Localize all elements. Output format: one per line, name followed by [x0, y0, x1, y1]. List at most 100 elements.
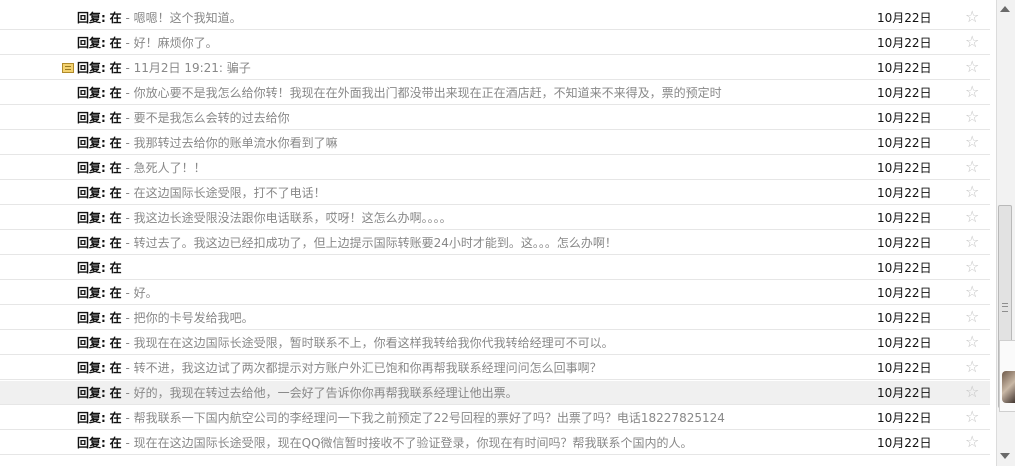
message-subject[interactable]: 回复: 在 - 把你的卡号发给我吧。 — [77, 311, 857, 325]
message-date: 10月22日 — [877, 361, 932, 375]
message-subject[interactable]: 回复: 在 - 11月2日 19:21: 骗子 — [77, 61, 857, 75]
message-subject[interactable]: 回复: 在 - 转过去了。我这边已经扣成功了，但上边提示国际转账要24小时才能到… — [77, 236, 857, 250]
message-row[interactable]: 回复: 在 - 在这边国际长途受限，打不了电话！ 10月22日 ☆ — [0, 181, 990, 205]
star-icon[interactable]: ☆ — [965, 59, 979, 75]
star-icon[interactable]: ☆ — [965, 184, 979, 200]
message-subject[interactable]: 回复: 在 - 我这边长途受限没法跟你电话联系，哎呀！这怎么办啊。。。。 — [77, 211, 857, 225]
message-snippet: 转过去了。我这边已经扣成功了，但上边提示国际转账要24小时才能到。这。。。怎么办… — [133, 236, 617, 250]
message-row[interactable]: 回复: 在 - 转过去了。我这边已经扣成功了，但上边提示国际转账要24小时才能到… — [0, 231, 990, 255]
message-subject[interactable]: 回复: 在 - 好。 — [77, 286, 857, 300]
star-icon[interactable]: ☆ — [965, 384, 979, 400]
message-row[interactable]: 回复: 在 - 好！麻烦你了。 10月22日 ☆ — [0, 31, 990, 55]
side-widget[interactable] — [999, 340, 1015, 412]
message-snippet: 在这边国际长途受限，打不了电话！ — [133, 186, 326, 200]
star-icon[interactable]: ☆ — [965, 334, 979, 350]
message-subject[interactable]: 回复: 在 — [77, 261, 857, 275]
message-row[interactable]: 回复: 在 - 转不进，我这边试了两次都提示对方账户外汇已饱和你再帮我联系经理问… — [0, 356, 990, 380]
reply-prefix: 回复: — [77, 36, 106, 50]
message-date: 10月22日 — [877, 136, 932, 150]
sender-name: 在 — [109, 361, 122, 375]
star-icon[interactable]: ☆ — [965, 434, 979, 450]
message-date: 10月22日 — [877, 236, 932, 250]
message-subject[interactable]: 回复: 在 - 我那转过去给你的账单流水你看到了嘛 — [77, 136, 857, 150]
message-subject[interactable]: 回复: 在 - 转不进，我这边试了两次都提示对方账户外汇已饱和你再帮我联系经理问… — [77, 361, 857, 375]
star-icon[interactable]: ☆ — [965, 409, 979, 425]
star-icon[interactable]: ☆ — [965, 134, 979, 150]
message-snippet: 我这边长途受限没法跟你电话联系，哎呀！这怎么办啊。。。。 — [133, 211, 452, 225]
reply-prefix: 回复: — [77, 386, 106, 400]
scroll-up-arrow-icon[interactable] — [1000, 6, 1010, 12]
message-date: 10月22日 — [877, 36, 932, 50]
sender-name: 在 — [109, 386, 122, 400]
message-subject[interactable]: 回复: 在 - 在这边国际长途受限，打不了电话！ — [77, 186, 857, 200]
message-row[interactable]: 回复: 在 - 急死人了！！ 10月22日 ☆ — [0, 156, 990, 180]
reply-prefix: 回复: — [77, 336, 106, 350]
message-snippet: 转不进，我这边试了两次都提示对方账户外汇已饱和你再帮我联系经理问问怎么回事啊？ — [133, 361, 602, 375]
sender-name: 在 — [109, 311, 122, 325]
message-subject[interactable]: 回复: 在 - 好的，我现在转过去给他，一会好了告诉你你再帮我联系经理让他出票。 — [77, 386, 857, 400]
message-row[interactable]: 回复: 在 - 好。 10月22日 ☆ — [0, 281, 990, 305]
star-icon[interactable]: ☆ — [965, 309, 979, 325]
message-row[interactable]: 回复: 在 - 11月2日 19:21: 骗子 10月22日 ☆ — [0, 56, 990, 80]
message-subject[interactable]: 回复: 在 - 要不是我怎么会转的过去给你 — [77, 111, 857, 125]
message-date: 10月22日 — [877, 411, 932, 425]
snippet-separator: - — [121, 36, 134, 50]
sender-name: 在 — [109, 111, 122, 125]
reply-prefix: 回复: — [77, 111, 106, 125]
sender-name: 在 — [109, 261, 122, 275]
message-subject[interactable]: 回复: 在 - 我现在在这边国际长途受限，暂时联系不上，你看这样我转给我你代我转… — [77, 336, 857, 350]
message-date: 10月22日 — [877, 61, 932, 75]
message-list: 回复: 在 - 嗯嗯！这个我知道。 10月22日 ☆ 回复: 在 - 好！麻烦你了。 1… — [0, 0, 990, 466]
message-subject[interactable]: 回复: 在 - 急死人了！！ — [77, 161, 857, 175]
message-date: 10月22日 — [877, 186, 932, 200]
message-snippet: 11月2日 19:21: 骗子 — [133, 61, 251, 75]
message-subject[interactable]: 回复: 在 - 嗯嗯！这个我知道。 — [77, 11, 857, 25]
message-subject[interactable]: 回复: 在 - 帮我联系一下国内航空公司的李经理问一下我之前预定了22号回程的票… — [77, 411, 857, 425]
message-row[interactable]: 回复: 在 - 现在在这边国际长途受限，现在QQ微信暂时接收不了验证登录，你现在… — [0, 431, 990, 455]
snippet-separator: - — [121, 361, 134, 375]
star-icon[interactable]: ☆ — [965, 234, 979, 250]
message-subject[interactable]: 回复: 在 - 你放心要不是我怎么给你转！我现在在外面我出门都没带出来现在正在酒… — [77, 86, 857, 100]
reply-prefix: 回复: — [77, 286, 106, 300]
snippet-separator: - — [121, 136, 134, 150]
message-row[interactable]: 回复: 在 - 我那转过去给你的账单流水你看到了嘛 10月22日 ☆ — [0, 131, 990, 155]
star-icon[interactable]: ☆ — [965, 159, 979, 175]
star-icon[interactable]: ☆ — [965, 359, 979, 375]
star-icon[interactable]: ☆ — [965, 259, 979, 275]
reply-prefix: 回复: — [77, 86, 106, 100]
sender-name: 在 — [109, 211, 122, 225]
message-date: 10月22日 — [877, 386, 932, 400]
message-row[interactable]: 回复: 在 - 把你的卡号发给我吧。 10月22日 ☆ — [0, 306, 990, 330]
message-date: 10月22日 — [877, 436, 932, 450]
reply-prefix: 回复: — [77, 11, 106, 25]
message-snippet: 帮我联系一下国内航空公司的李经理问一下我之前预定了22号回程的票好了吗？出票了吗… — [133, 411, 725, 425]
message-row[interactable]: 回复: 在 10月22日 ☆ — [0, 256, 990, 280]
message-row[interactable]: 回复: 在 - 我现在在这边国际长途受限，暂时联系不上，你看这样我转给我你代我转… — [0, 331, 990, 355]
reply-prefix: 回复: — [77, 411, 106, 425]
message-snippet: 好！麻烦你了。 — [133, 36, 218, 50]
message-date: 10月22日 — [877, 211, 932, 225]
reply-prefix: 回复: — [77, 136, 106, 150]
message-subject[interactable]: 回复: 在 - 现在在这边国际长途受限，现在QQ微信暂时接收不了验证登录，你现在… — [77, 436, 857, 450]
message-snippet: 好的，我现在转过去给他，一会好了告诉你你再帮我联系经理让他出票。 — [133, 386, 518, 400]
message-snippet: 好。 — [133, 286, 158, 300]
star-icon[interactable]: ☆ — [965, 209, 979, 225]
message-snippet: 我现在在这边国际长途受限，暂时联系不上，你看这样我转给我你代我转给经理可不可以。 — [133, 336, 614, 350]
message-row[interactable]: 回复: 在 - 帮我联系一下国内航空公司的李经理问一下我之前预定了22号回程的票… — [0, 406, 990, 430]
message-row[interactable]: 回复: 在 - 你放心要不是我怎么给你转！我现在在外面我出门都没带出来现在正在酒… — [0, 81, 990, 105]
scroll-down-arrow-icon[interactable] — [1000, 453, 1010, 459]
star-icon[interactable]: ☆ — [965, 84, 979, 100]
snippet-separator: - — [121, 286, 134, 300]
message-row[interactable]: 回复: 在 - 要不是我怎么会转的过去给你 10月22日 ☆ — [0, 106, 990, 130]
star-icon[interactable]: ☆ — [965, 109, 979, 125]
snippet-separator: - — [121, 11, 134, 25]
message-snippet: 嗯嗯！这个我知道。 — [133, 11, 242, 25]
message-row[interactable]: 回复: 在 - 嗯嗯！这个我知道。 10月22日 ☆ — [0, 6, 990, 30]
message-row[interactable]: 回复: 在 - 我这边长途受限没法跟你电话联系，哎呀！这怎么办啊。。。。 10月2… — [0, 206, 990, 230]
star-icon[interactable]: ☆ — [965, 284, 979, 300]
message-subject[interactable]: 回复: 在 - 好！麻烦你了。 — [77, 36, 857, 50]
snippet-separator: - — [121, 436, 134, 450]
message-row[interactable]: 回复: 在 - 好的，我现在转过去给他，一会好了告诉你你再帮我联系经理让他出票。… — [0, 381, 990, 405]
star-icon[interactable]: ☆ — [965, 34, 979, 50]
star-icon[interactable]: ☆ — [965, 9, 979, 25]
